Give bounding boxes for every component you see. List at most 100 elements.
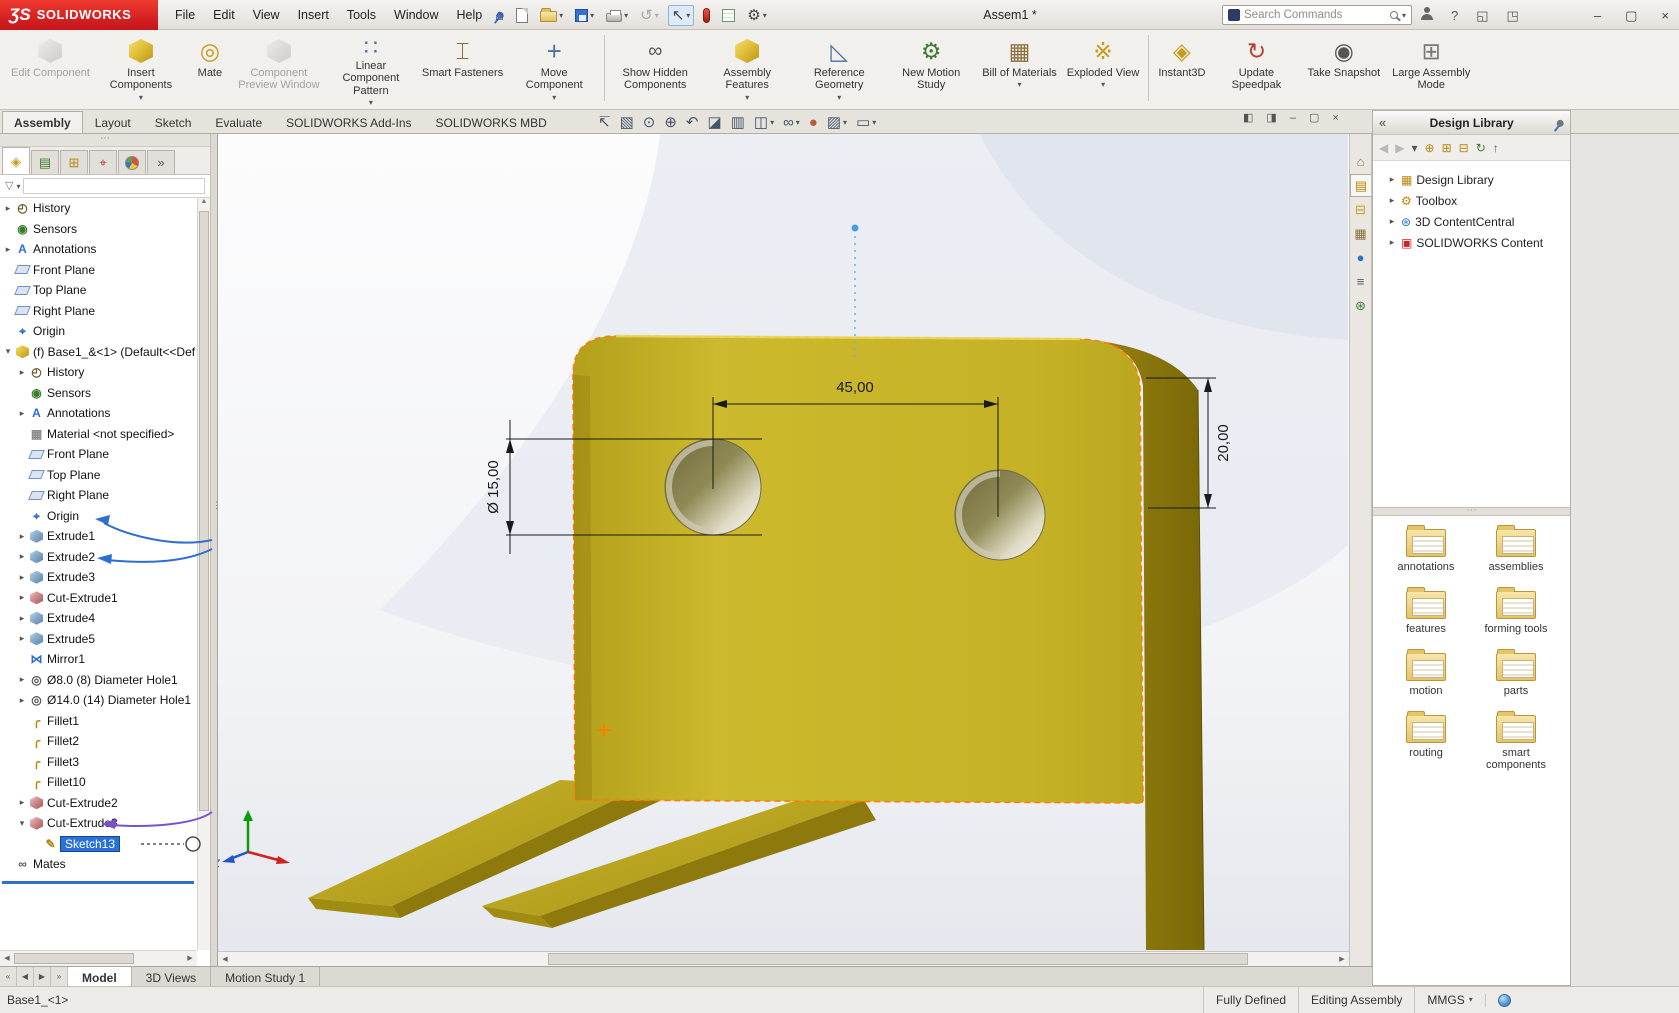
panel-viewport-splitter[interactable]: ⋮: [210, 134, 218, 966]
dimension-20-text[interactable]: 20,00: [1215, 424, 1232, 462]
expand-arrow-icon[interactable]: ▸: [16, 613, 28, 624]
move-up-button[interactable]: ↑: [1493, 141, 1499, 155]
pane-split-left-button[interactable]: ◧: [1243, 112, 1253, 124]
view-settings-button[interactable]: ▭▾: [856, 115, 876, 130]
library-folder-assemblies[interactable]: assemblies: [1471, 529, 1561, 573]
library-folder-features[interactable]: features: [1381, 591, 1471, 635]
section-view-button[interactable]: ◪: [708, 115, 722, 130]
smart-fasteners-button[interactable]: ⌶Smart Fasteners: [417, 33, 508, 107]
large-assembly-mode-button[interactable]: ⊞Large Assembly Mode: [1385, 33, 1477, 107]
status-web-help[interactable]: [1485, 994, 1523, 1007]
sheet-nav-icon[interactable]: ▶: [34, 967, 51, 986]
help-button[interactable]: ?: [1451, 8, 1458, 23]
tree-item-history[interactable]: ▸◴History: [0, 362, 197, 383]
restore-button[interactable]: ▢: [1625, 8, 1637, 23]
evaluate-sheet-button[interactable]: [719, 7, 738, 24]
sheet-nav-icon[interactable]: ◀: [17, 967, 34, 986]
part-fork-beams[interactable]: [308, 780, 876, 928]
hide-show-items-button[interactable]: ∞▾: [783, 115, 800, 130]
menu-view[interactable]: View: [244, 0, 289, 30]
exploded-view-button[interactable]: ※Exploded View▾: [1062, 33, 1145, 107]
tree-item-cut-extrude3[interactable]: ▾Cut-Extrude3: [0, 813, 197, 834]
tree-item-right-plane[interactable]: Right Plane: [0, 301, 197, 322]
expand-arrow-icon[interactable]: ▸: [16, 367, 28, 378]
search-icon[interactable]: [1390, 11, 1398, 19]
status-mmgs[interactable]: MMGS▾: [1414, 987, 1484, 1013]
tree-item-origin[interactable]: ⌖Origin: [0, 506, 197, 527]
menu-insert[interactable]: Insert: [289, 0, 338, 30]
library-folder-smart-components[interactable]: smart components: [1471, 715, 1561, 771]
view-palette-tab[interactable]: ▦: [1350, 222, 1371, 245]
scroll-left-icon[interactable]: ◀: [219, 954, 231, 965]
tree-item-14-0-14-diameter-hole1[interactable]: ▸◎Ø14.0 (14) Diameter Hole1: [0, 690, 197, 711]
tree-item-right-plane[interactable]: Right Plane: [0, 485, 197, 506]
tree-item-mirror1[interactable]: ⋈Mirror1: [0, 649, 197, 670]
custom-properties-tab[interactable]: ≡: [1350, 270, 1371, 293]
select-cursor-button[interactable]: ↖▾: [668, 5, 695, 26]
tree-item-sketch13[interactable]: ✎Sketch13: [0, 834, 197, 855]
tree-item-front-plane[interactable]: Front Plane: [0, 444, 197, 465]
units-dropdown-icon[interactable]: ▾: [1469, 987, 1473, 1013]
save-button[interactable]: ▾: [572, 7, 597, 24]
close-graphics-button[interactable]: ×: [1332, 112, 1338, 124]
tree-item-mates[interactable]: ∞Mates: [0, 854, 197, 875]
minimize-button[interactable]: –: [1594, 8, 1601, 23]
tree-horizontal-scrollbar[interactable]: ◀ ▶: [0, 950, 197, 966]
tree-item-front-plane[interactable]: Front Plane: [0, 260, 197, 281]
close-button[interactable]: ×: [1661, 8, 1669, 23]
library-folder-routing[interactable]: routing: [1381, 715, 1471, 771]
add-file-location-button[interactable]: ⊞: [1442, 141, 1452, 155]
menu-window[interactable]: Window: [385, 0, 447, 30]
sheet-tab-motion-study-1[interactable]: Motion Study 1: [211, 967, 320, 986]
tree-item-material-not-specified[interactable]: ▦Material <not specified>: [0, 424, 197, 445]
scrollbar-thumb[interactable]: [199, 211, 209, 811]
expand-arrow-icon[interactable]: ▸: [16, 695, 28, 706]
library-node-solidworks-content[interactable]: ▸▣SOLIDWORKS Content: [1373, 232, 1570, 253]
file-explorer-tab[interactable]: ⊟: [1350, 198, 1371, 221]
scrollbar-thumb[interactable]: [14, 953, 134, 964]
tab-assembly[interactable]: Assembly: [2, 111, 83, 133]
tree-item-origin[interactable]: ⌖Origin: [0, 321, 197, 342]
expand-arrow-icon[interactable]: ▸: [1387, 174, 1397, 185]
hole-right[interactable]: [955, 470, 1045, 560]
scroll-left-icon[interactable]: ◀: [1, 953, 13, 964]
menu-file[interactable]: File: [166, 0, 204, 30]
forward-button[interactable]: ▶: [1395, 141, 1404, 155]
tree-item-f-base1-1-default-def[interactable]: ▾(f) Base1_&<1> (Default<<Def: [0, 342, 197, 363]
tree-vertical-scrollbar[interactable]: ▲: [197, 198, 210, 950]
library-folder-annotations[interactable]: annotations: [1381, 529, 1471, 573]
history-dropdown-button[interactable]: ▾: [1411, 141, 1417, 155]
appearances-tab[interactable]: ●: [1350, 246, 1371, 269]
expand-arrow-icon[interactable]: ▸: [16, 797, 28, 808]
tab-solidworks-mbd[interactable]: SOLIDWORKS MBD: [424, 111, 559, 133]
library-folder-forming-tools[interactable]: forming tools: [1471, 591, 1561, 635]
tab-sketch[interactable]: Sketch: [143, 111, 204, 133]
graphics-viewport[interactable]: 45,00 20,00 Ø 15,00: [218, 134, 1349, 966]
filter-icon[interactable]: ▽: [5, 181, 13, 192]
tree-item-annotations[interactable]: ▸AAnnotations: [0, 403, 197, 424]
tree-item-annotations[interactable]: ▸AAnnotations: [0, 239, 197, 260]
featuremanager-tab[interactable]: ◈: [2, 147, 30, 174]
take-snapshot-button[interactable]: ◉Take Snapshot: [1302, 33, 1385, 107]
active-sketch-outline[interactable]: [573, 336, 1143, 803]
tree-item-fillet3[interactable]: ╭Fillet3: [0, 752, 197, 773]
display-style-button[interactable]: ◫▾: [754, 115, 774, 130]
expand-arrow-icon[interactable]: ▸: [16, 633, 28, 644]
expand-arrow-icon[interactable]: ▸: [16, 674, 28, 685]
filter-dropdown-icon[interactable]: ▾: [16, 182, 20, 191]
library-folder-motion[interactable]: motion: [1381, 653, 1471, 697]
forum-tab[interactable]: ⊛: [1350, 294, 1371, 317]
refresh-button[interactable]: ↻: [1476, 141, 1486, 155]
dimxpertmanager-tab[interactable]: ⌖: [89, 150, 117, 174]
new-folder-button[interactable]: ⊟: [1459, 141, 1469, 155]
tree-item-cut-extrude1[interactable]: ▸Cut-Extrude1: [0, 588, 197, 609]
propertymanager-tab[interactable]: ▤: [31, 150, 59, 174]
scrollbar-thumb[interactable]: [548, 953, 1248, 965]
back-button[interactable]: ◀: [1379, 141, 1388, 155]
tree-item-top-plane[interactable]: Top Plane: [0, 465, 197, 486]
menu-tools[interactable]: Tools: [338, 0, 385, 30]
tree-item-extrude3[interactable]: ▸Extrude3: [0, 567, 197, 588]
edit-appearance-button[interactable]: ●: [809, 115, 818, 130]
tree-item-8-0-8-diameter-hole1[interactable]: ▸◎Ø8.0 (8) Diameter Hole1: [0, 670, 197, 691]
filter-input[interactable]: [23, 178, 205, 194]
